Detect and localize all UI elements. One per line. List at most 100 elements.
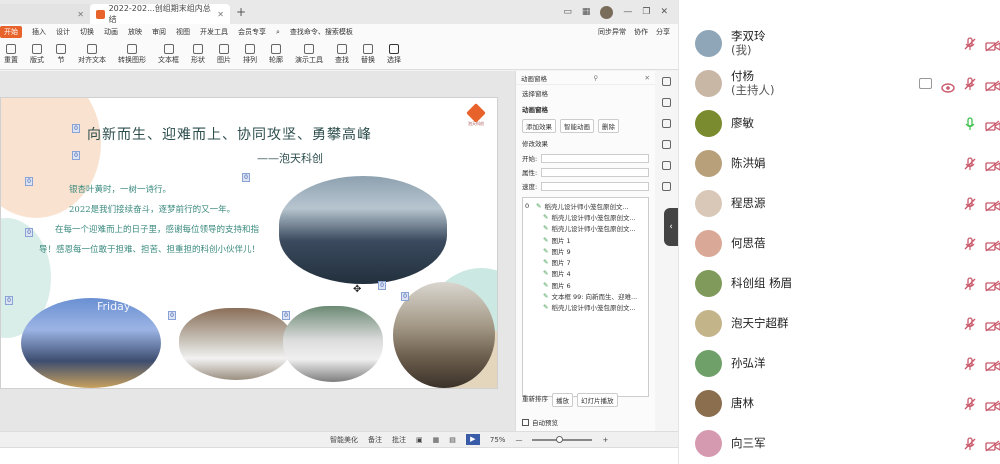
textbox-button[interactable]: 文本框 xyxy=(158,44,179,65)
collaborate-button[interactable]: 协作 xyxy=(634,27,648,37)
add-tab-button[interactable]: + xyxy=(236,5,246,19)
restore-icon[interactable]: ❐ xyxy=(642,7,650,17)
animation-tag[interactable]: 0 xyxy=(242,173,250,182)
animation-item[interactable]: ✎ 图片 9 xyxy=(525,245,646,256)
menu-slideshow[interactable]: 放映 xyxy=(128,27,142,37)
animation-tag[interactable]: 0 xyxy=(282,311,290,320)
animation-item[interactable]: ✎ 图片 6 xyxy=(525,279,646,290)
play-button[interactable]: 播放 xyxy=(552,393,573,407)
zoom-out-icon[interactable]: — xyxy=(515,436,522,444)
participant-row[interactable]: 唐林 xyxy=(679,383,1000,423)
layout-button[interactable]: 版式 xyxy=(30,44,44,65)
location-icon[interactable] xyxy=(662,161,671,170)
animation-item[interactable]: ✎ 文本框 99: 向新而生、迎难... xyxy=(525,290,646,301)
start-select[interactable] xyxy=(541,153,649,163)
participant-row[interactable]: 程思源 xyxy=(679,183,1000,223)
zoom-slider[interactable] xyxy=(532,435,593,443)
animation-item[interactable]: ✎ 图片 7 xyxy=(525,256,646,267)
animation-tag[interactable]: 0 xyxy=(25,177,33,186)
menu-design[interactable]: 设计 xyxy=(56,27,70,37)
menu-insert[interactable]: 插入 xyxy=(32,27,46,37)
animation-item[interactable]: 0 ✎ 稻壳儿设计师小笼包原创文... xyxy=(525,200,646,211)
animation-tag[interactable]: 0 xyxy=(401,292,409,301)
animation-item[interactable]: ✎ 稻壳儿设计师小笼包原创文... xyxy=(525,211,646,222)
animation-item[interactable]: ✎ 稻壳儿设计师小笼包原创文... xyxy=(525,223,646,234)
select-pane-link[interactable]: 选择窗格 xyxy=(516,85,655,101)
menu-transition[interactable]: 切换 xyxy=(80,27,94,37)
menu-view[interactable]: 视图 xyxy=(176,27,190,37)
search-icon[interactable]: ⌕ xyxy=(276,28,280,37)
property-select[interactable] xyxy=(541,167,649,177)
animation-item[interactable]: ✎ 图片 4 xyxy=(525,268,646,279)
presenter-tools-button[interactable]: 演示工具 xyxy=(295,44,323,65)
minimize-icon[interactable]: — xyxy=(623,7,632,17)
participant-row[interactable]: 科创组 杨眉 xyxy=(679,263,1000,303)
share-icon[interactable] xyxy=(662,182,671,191)
reading-view-icon[interactable]: ▤ xyxy=(449,436,456,444)
add-effect-button[interactable]: 添加效果 xyxy=(522,119,556,133)
animation-icon[interactable] xyxy=(662,98,671,107)
animation-tag[interactable]: 0 xyxy=(72,151,80,160)
participant-row[interactable]: 向三军 xyxy=(679,423,1000,463)
menu-member[interactable]: 会员专享 xyxy=(238,27,266,37)
start-field[interactable]: 开始: xyxy=(516,151,655,165)
participant-row[interactable]: 廖敏 xyxy=(679,103,1000,143)
animation-item[interactable]: ✎ 图片 1 xyxy=(525,234,646,245)
tab-document[interactable]: 2022-202...创组期末组内总结 ✕ xyxy=(90,4,230,24)
select-button[interactable]: 选择 xyxy=(387,44,401,65)
auto-preview-checkbox[interactable] xyxy=(522,418,529,426)
close-icon[interactable]: ✕ xyxy=(77,10,84,19)
participant-row[interactable]: 陈洪娟 xyxy=(679,143,1000,183)
replace-button[interactable]: 替换 xyxy=(361,44,375,65)
slide-signature[interactable]: ——泡天科创 xyxy=(257,150,323,166)
find-button[interactable]: 查找 xyxy=(335,44,349,65)
smart-animation-button[interactable]: 智能动画 xyxy=(560,119,594,133)
notes-button[interactable]: 备注 xyxy=(368,435,382,445)
close-window-icon[interactable]: ✕ xyxy=(660,7,668,17)
zoom-slider-knob[interactable] xyxy=(556,435,564,443)
play-slideshow-button[interactable]: ▶ xyxy=(465,434,480,445)
slide[interactable]: 泡天科创 向新而生、迎难而上、协同攻坚、勇攀高峰 ——泡天科创 银杏叶黄时，一树… xyxy=(0,97,498,389)
share-button[interactable]: 分享 xyxy=(656,27,670,37)
settings-icon[interactable] xyxy=(662,77,671,86)
convert-shape-button[interactable]: 转换图形 xyxy=(118,44,146,65)
menu-devtools[interactable]: 开发工具 xyxy=(200,27,228,37)
photo-friday[interactable] xyxy=(21,298,161,388)
zoom-level[interactable]: 75% xyxy=(490,436,506,444)
menu-review[interactable]: 审阅 xyxy=(152,27,166,37)
slideshow-button[interactable]: 幻灯片播放 xyxy=(577,393,618,407)
collapse-panel-button[interactable]: ‹ xyxy=(664,208,678,246)
menu-animation[interactable]: 动画 xyxy=(104,27,118,37)
delete-button[interactable]: 删除 xyxy=(598,119,619,133)
photo-heart-left[interactable] xyxy=(179,308,293,380)
outline-button[interactable]: 轮廓 xyxy=(269,44,283,65)
property-field[interactable]: 属性: xyxy=(516,165,655,179)
smart-beautify-button[interactable]: 智能美化 xyxy=(330,435,358,445)
comments-button[interactable]: 批注 xyxy=(392,435,406,445)
auto-preview[interactable]: 自动预览 xyxy=(522,417,558,427)
animation-item[interactable]: ✎ 稻壳儿设计师小笼包原创文... xyxy=(525,302,646,313)
participant-row[interactable]: 何思蓓 xyxy=(679,223,1000,263)
layout-icon[interactable]: ▭ xyxy=(563,7,572,17)
align-text-button[interactable]: 对齐文本 xyxy=(78,44,106,65)
reset-button[interactable]: 重置 xyxy=(4,44,18,65)
avatar[interactable] xyxy=(600,5,614,19)
menu-start[interactable]: 开始 xyxy=(0,26,22,38)
animation-tag[interactable]: 0 xyxy=(378,281,386,290)
photo-heart-right[interactable] xyxy=(283,306,383,382)
slide-title[interactable]: 向新而生、迎难而上、协同攻坚、勇攀高峰 xyxy=(87,124,372,144)
sync-status[interactable]: 同步异常 xyxy=(598,27,626,37)
section-button[interactable]: 节 xyxy=(56,44,66,65)
normal-view-icon[interactable]: ▣ xyxy=(416,436,423,444)
close-icon[interactable]: ✕ xyxy=(217,10,224,19)
animation-tag[interactable]: 0 xyxy=(72,124,80,133)
zoom-in-icon[interactable]: + xyxy=(602,436,608,444)
animation-tag[interactable]: 0 xyxy=(25,228,33,237)
arrange-button[interactable]: 排列 xyxy=(243,44,257,65)
speed-field[interactable]: 速度: xyxy=(516,179,655,193)
slide-body-text[interactable]: 银杏叶黄时，一树一诗行。 2022是我们接续奋斗，逐梦前行的又一年。 在每一个迎… xyxy=(39,180,261,260)
copy-icon[interactable] xyxy=(662,119,671,128)
participant-row[interactable]: 孙弘洋 xyxy=(679,343,1000,383)
speed-select[interactable] xyxy=(541,181,649,191)
tab-previous[interactable]: ✕ xyxy=(0,4,90,24)
